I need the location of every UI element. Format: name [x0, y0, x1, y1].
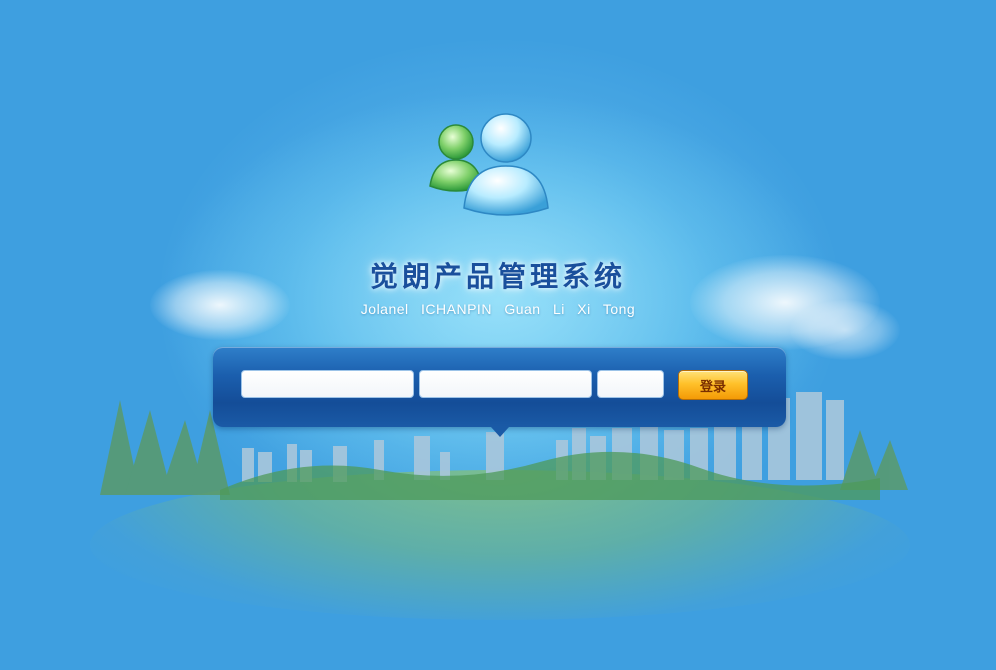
- page-subtitle: Jolanel ICHANPIN Guan Li Xi Tong: [360, 301, 636, 317]
- username-input[interactable]: [241, 370, 414, 398]
- login-button[interactable]: 登录: [678, 370, 748, 400]
- users-icon: [429, 113, 549, 216]
- login-page: 觉朗产品管理系统 Jolanel ICHANPIN Guan Li Xi Ton…: [0, 0, 996, 670]
- captcha-input[interactable]: [597, 370, 664, 398]
- bar-pointer: [491, 427, 509, 437]
- password-input[interactable]: [419, 370, 592, 398]
- city-skyline-illustration: [100, 392, 908, 500]
- page-title: 觉朗产品管理系统: [369, 260, 626, 293]
- login-bar: 登录: [213, 347, 786, 437]
